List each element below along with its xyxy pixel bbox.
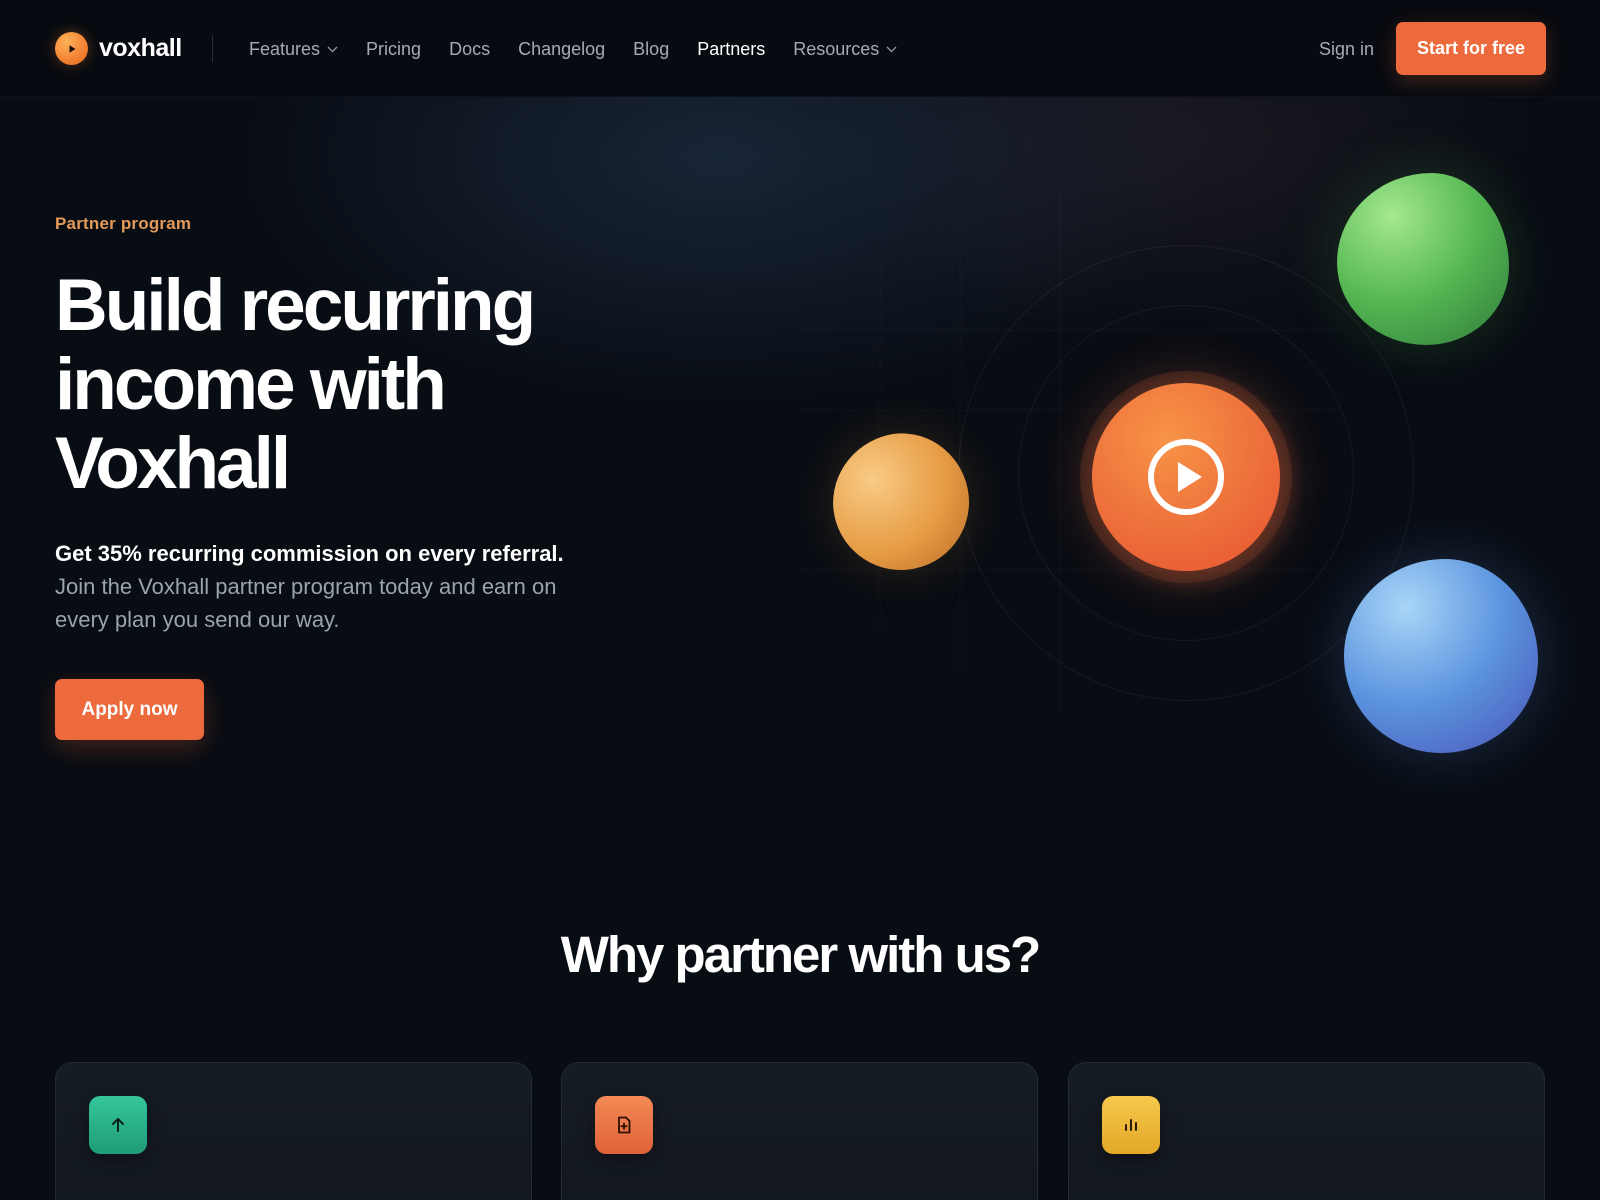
document-plus-icon [595,1096,653,1154]
bar-chart-icon [1102,1096,1160,1154]
play-logo-icon [55,32,88,65]
hero-title: Build recurring income with Voxhall [55,265,536,504]
nav-item-label: Resources [793,39,880,59]
nav-item-label: Partners [697,39,766,59]
arrow-up-icon [89,1096,147,1154]
blue-orb-decoration [1344,559,1538,753]
play-circle-icon [1148,439,1224,515]
nav-item-partners[interactable]: Partners [697,37,765,61]
play-video-button[interactable] [1092,383,1280,571]
sign-in-link[interactable]: Sign in [1319,37,1374,61]
header-divider [212,35,213,62]
benefit-card [1068,1062,1545,1200]
nav-item-changelog[interactable]: Changelog [518,37,605,61]
start-for-free-button[interactable]: Start for free [1396,22,1546,75]
nav-item-pricing[interactable]: Pricing [366,37,421,61]
nav-item-features[interactable]: Features [249,37,338,61]
hero-lead-highlight: Get 35% recurring commission on every re… [55,541,564,566]
nav-item-docs[interactable]: Docs [449,37,490,61]
why-partner-title: Why partner with us? [560,926,1042,983]
hero-lead-text: Join the Voxhall partner program today a… [55,574,557,632]
hero-lead: Get 35% recurring commission on every re… [55,537,575,636]
nav-item-resources[interactable]: Resources [793,37,897,61]
main-nav: Features Pricing Docs Changelog Blog Par… [249,37,925,61]
page: voxhall Features Pricing Docs Changelog … [0,0,1600,1200]
apply-now-button[interactable]: Apply now [55,679,204,740]
hero-eyebrow: Partner program [55,214,192,233]
brand-name: voxhall [99,34,182,62]
nav-item-label: Features [249,39,321,59]
nav-item-label: Pricing [366,39,422,59]
nav-item-label: Blog [633,39,670,59]
nav-item-label: Docs [449,39,491,59]
benefit-card [55,1062,532,1200]
chevron-down-icon [886,46,897,52]
brand-logo[interactable]: voxhall [55,32,182,65]
site-header: voxhall Features Pricing Docs Changelog … [0,0,1600,97]
hero-illustration [780,150,1600,770]
benefit-card [561,1062,1038,1200]
chevron-down-icon [327,46,338,52]
nav-item-blog[interactable]: Blog [633,37,669,61]
nav-item-label: Changelog [518,39,606,59]
